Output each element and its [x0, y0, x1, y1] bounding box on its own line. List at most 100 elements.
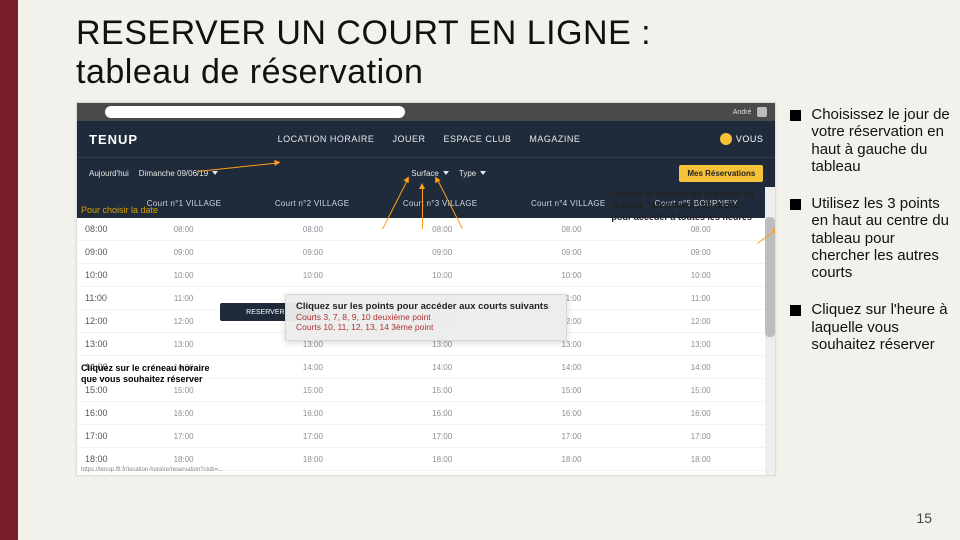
hour-label: 11:00 [77, 293, 119, 303]
time-slot-cell[interactable]: 13:00 [636, 340, 765, 349]
site-nav: TENUP LOCATION HORAIRE JOUER ESPACE CLUB… [77, 121, 775, 157]
bullet-square-icon [790, 199, 801, 210]
slide-title: RESERVER UN COURT EN LIGNE : tableau de … [18, 0, 960, 102]
time-slot-cell[interactable]: 17:00 [119, 432, 248, 441]
time-slot-cell[interactable]: 10:00 [119, 271, 248, 280]
courts-dots-tooltip: Cliquez sur les points pour accéder aux … [285, 294, 567, 341]
time-slot-cell[interactable]: 17:00 [636, 432, 765, 441]
my-reservations-button[interactable]: Mes Réservations [679, 165, 763, 182]
time-row[interactable]: 17:0017:0017:0017:0017:0017:00 [77, 425, 775, 448]
time-row[interactable]: 10:0010:0010:0010:0010:0010:00 [77, 264, 775, 287]
time-slot-cell[interactable]: 14:00 [507, 363, 636, 372]
bullet-square-icon [790, 305, 801, 316]
time-slot-cell[interactable]: 11:00 [119, 294, 248, 303]
time-row[interactable]: 16:0016:0016:0016:0016:0016:00 [77, 402, 775, 425]
url-footer: https://tenup.fft.fr/location-horaire/re… [81, 467, 223, 473]
hour-label: 16:00 [77, 408, 119, 418]
hour-label: 12:00 [77, 316, 119, 326]
chevron-down-icon [443, 171, 449, 175]
time-slot-cell[interactable]: 15:00 [636, 386, 765, 395]
annotation-scroll-hint: Utilisez la roulette de la souris ou la … [611, 189, 761, 223]
chevron-down-icon [212, 171, 218, 175]
time-slot-cell[interactable]: 16:00 [636, 409, 765, 418]
time-slot-cell[interactable]: 09:00 [636, 248, 765, 257]
time-slot-cell[interactable]: 14:00 [636, 363, 765, 372]
filter-today[interactable]: Aujourd'hui [89, 169, 129, 178]
time-slot-cell[interactable]: 15:00 [248, 386, 377, 395]
list-item-text: Cliquez sur l'heure à laquelle vous souh… [811, 301, 954, 353]
time-slot-cell[interactable]: 13:00 [119, 340, 248, 349]
chevron-down-icon [480, 171, 486, 175]
bullet-square-icon [790, 110, 801, 121]
time-slot-cell[interactable]: 09:00 [507, 248, 636, 257]
list-item: Utilisez les 3 points en haut au centre … [790, 195, 954, 281]
nav-magazine[interactable]: MAGAZINE [529, 134, 580, 144]
time-slot-cell[interactable]: 16:00 [248, 409, 377, 418]
annotation-click-slot: Cliquez sur le créneau horaire que vous … [81, 363, 221, 385]
time-slot-cell[interactable]: 09:00 [248, 248, 377, 257]
embedded-screenshot: André TENUP LOCATION HORAIRE JOUER ESPAC… [76, 102, 776, 476]
site-logo[interactable]: TENUP [89, 132, 138, 147]
time-slot-cell[interactable]: 14:00 [248, 363, 377, 372]
nav-user-label: VOUS [736, 134, 764, 144]
annotation-arrow [422, 187, 423, 229]
nav-location-horaire[interactable]: LOCATION HORAIRE [278, 134, 375, 144]
time-slot-cell[interactable]: 14:00 [378, 363, 507, 372]
filter-surface[interactable]: Surface [411, 169, 449, 178]
time-slot-cell[interactable]: 12:00 [636, 317, 765, 326]
browser-account-name: André [733, 109, 752, 116]
time-slot-cell[interactable]: 16:00 [507, 409, 636, 418]
list-item: Cliquez sur l'heure à laquelle vous souh… [790, 301, 954, 353]
time-slot-cell[interactable]: 10:00 [248, 271, 377, 280]
instructions-list: Choisissez le jour de votre réservation … [776, 102, 960, 476]
browser-menu-icon[interactable] [757, 107, 767, 117]
nav-jouer[interactable]: JOUER [392, 134, 425, 144]
browser-search-field[interactable] [105, 106, 405, 118]
hour-label: 15:00 [77, 385, 119, 395]
time-row[interactable]: 09:0009:0009:0009:0009:0009:00 [77, 241, 775, 264]
time-slot-cell[interactable]: 18:00 [248, 455, 377, 464]
content-row: André TENUP LOCATION HORAIRE JOUER ESPAC… [18, 102, 960, 476]
time-slot-cell[interactable]: 18:00 [119, 455, 248, 464]
time-slot-cell[interactable]: 08:00 [119, 225, 248, 234]
time-slot-cell[interactable]: 15:00 [119, 386, 248, 395]
nav-user[interactable]: VOUS [720, 133, 764, 145]
browser-top-bar: André [77, 103, 775, 121]
accent-sidebar [0, 0, 18, 540]
list-item-text: Choisissez le jour de votre réservation … [811, 106, 954, 175]
time-slot-cell[interactable]: 08:00 [507, 225, 636, 234]
time-slot-cell[interactable]: 15:00 [507, 386, 636, 395]
hour-label: 08:00 [77, 224, 119, 234]
tip-title: Cliquez sur les points pour accéder aux … [296, 301, 556, 312]
time-slot-cell[interactable]: 09:00 [378, 248, 507, 257]
time-slot-cell[interactable]: 18:00 [636, 455, 765, 464]
time-slot-cell[interactable]: 10:00 [636, 271, 765, 280]
time-slot-cell[interactable]: 16:00 [119, 409, 248, 418]
time-slot-cell[interactable]: 18:00 [378, 455, 507, 464]
nav-espace-club[interactable]: ESPACE CLUB [443, 134, 511, 144]
filter-type[interactable]: Type [459, 169, 486, 178]
time-slot-cell[interactable]: 09:00 [119, 248, 248, 257]
time-slot-cell[interactable]: 15:00 [378, 386, 507, 395]
time-slot-cell[interactable]: 08:00 [378, 225, 507, 234]
time-slot-cell[interactable]: 08:00 [248, 225, 377, 234]
time-slot-cell[interactable]: 17:00 [248, 432, 377, 441]
hour-label: 09:00 [77, 247, 119, 257]
hour-label: 18:00 [77, 454, 119, 464]
time-slot-cell[interactable]: 17:00 [378, 432, 507, 441]
filter-bar: Aujourd'hui Dimanche 09/06/19 Surface Ty… [77, 157, 775, 188]
time-slot-cell[interactable]: 10:00 [378, 271, 507, 280]
time-slot-cell[interactable]: 08:00 [636, 225, 765, 234]
time-slot-cell[interactable]: 10:00 [507, 271, 636, 280]
time-slot-cell[interactable]: 11:00 [636, 294, 765, 303]
time-slot-cell[interactable]: 17:00 [507, 432, 636, 441]
title-line-1: RESERVER UN COURT EN LIGNE : [76, 14, 651, 52]
tip-line-1: Courts 3, 7, 8, 9, 10 deuxième point [296, 312, 556, 322]
time-slot-cell[interactable]: 16:00 [378, 409, 507, 418]
time-grid[interactable]: 08:0008:0008:0008:0008:0008:0009:0009:00… [77, 218, 775, 476]
court-header-2: Court n°2 VILLAGE [249, 199, 375, 208]
list-item-text: Utilisez les 3 points en haut au centre … [811, 195, 954, 281]
title-line-2: tableau de réservation [76, 53, 423, 91]
page-number: 15 [916, 510, 932, 526]
time-slot-cell[interactable]: 18:00 [507, 455, 636, 464]
